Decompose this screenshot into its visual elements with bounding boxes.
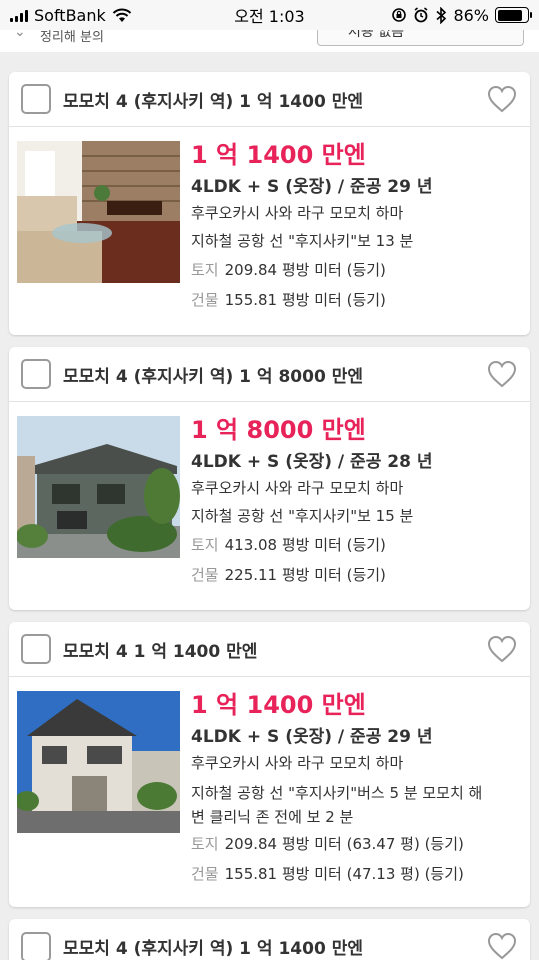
- alarm-icon: [414, 7, 428, 23]
- land-area-row: 토지 413.08 평방 미터 (등기): [191, 530, 522, 560]
- land-area-row: 토지 209.84 평방 미터 (등기): [191, 255, 522, 285]
- listing-header: 모모치 4 (후지사키 역) 1 억 8000 만엔: [9, 347, 530, 402]
- listing-access: 지하철 공항 선 "후지사키"보 13 분: [191, 232, 414, 250]
- listing-spec: 4LDK + S (옷장) / 준공 28 년: [191, 452, 433, 472]
- listing-list: 모모치 4 (후지사키 역) 1 억 1400 만엔 1 억 1400 만엔 4…: [9, 72, 530, 960]
- clock: 오전 1:03: [234, 7, 305, 26]
- listing-header: 모모치 4 1 억 1400 만엔: [9, 622, 530, 677]
- property-photo[interactable]: [17, 691, 180, 833]
- sort-select[interactable]: 저용 없음: [317, 30, 524, 46]
- listing-card[interactable]: 모모치 4 1 억 1400 만엔 1 억 1400 만엔 4LDK + S (…: [9, 622, 530, 907]
- listing-body: 1 억 1400 만엔 4LDK + S (옷장) / 준공 29 년 후쿠오카…: [9, 677, 530, 903]
- sort-hint-label: 정리해 분의: [40, 30, 104, 45]
- sort-strip: ⌄ 정리해 분의 저용 없음: [0, 30, 539, 52]
- select-checkbox[interactable]: [21, 84, 51, 114]
- status-left: SoftBank: [10, 6, 132, 25]
- select-checkbox[interactable]: [21, 359, 51, 389]
- listing-access: 지하철 공항 선 "후지사키"보 15 분: [191, 507, 414, 525]
- listing-body: 1 억 1400 만엔 4LDK + S (옷장) / 준공 29 년 후쿠오카…: [9, 127, 530, 329]
- building-area: 225.11 평방 미터 (등기): [224, 566, 386, 584]
- heart-icon[interactable]: [486, 83, 518, 115]
- listing-price: 1 억 1400 만엔: [191, 691, 366, 719]
- land-label: 토지: [191, 261, 219, 279]
- listing-price: 1 억 1400 만엔: [191, 141, 366, 169]
- listing-info: 1 억 1400 만엔 4LDK + S (옷장) / 준공 29 년 후쿠오카…: [191, 691, 522, 889]
- building-area-row: 건물 155.81 평방 미터 (등기): [191, 285, 522, 315]
- status-bar: SoftBank 오전 1:03 86%: [0, 0, 539, 30]
- listing-card[interactable]: 모모치 4 (후지사키 역) 1 억 8000 만엔 1 억 8000 만엔 4…: [9, 347, 530, 610]
- battery-level-fill: [497, 9, 523, 21]
- building-label: 건물: [191, 291, 219, 309]
- listing-title[interactable]: 모모치 4 (후지사키 역) 1 억 1400 만엔: [63, 934, 363, 959]
- building-area: 155.81 평방 미터 (47.13 평) (등기): [224, 865, 464, 883]
- listing-info: 1 억 8000 만엔 4LDK + S (옷장) / 준공 28 년 후쿠오카…: [191, 416, 522, 590]
- listing-access: 지하철 공항 선 "후지사키"버스 5 분 모모치 해: [191, 784, 483, 802]
- select-checkbox[interactable]: [21, 634, 51, 664]
- listing-title[interactable]: 모모치 4 1 억 1400 만엔: [63, 637, 257, 662]
- building-area-row: 건물 225.11 평방 미터 (등기): [191, 560, 522, 590]
- signal-strength-icon: [10, 9, 28, 22]
- listing-spec: 4LDK + S (옷장) / 준공 29 년: [191, 727, 433, 747]
- building-label: 건물: [191, 865, 219, 883]
- select-checkbox[interactable]: [21, 931, 51, 960]
- land-label: 토지: [191, 536, 219, 554]
- listing-card[interactable]: 모모치 4 (후지사키 역) 1 억 1400 만엔: [9, 72, 530, 335]
- battery-icon: [495, 7, 532, 23]
- bluetooth-icon: [436, 6, 447, 24]
- heart-icon[interactable]: [486, 633, 518, 665]
- listing-price: 1 억 8000 만엔: [191, 416, 366, 444]
- battery-percent: 86%: [453, 5, 489, 25]
- property-photo[interactable]: [17, 416, 180, 558]
- land-area-row: 토지 209.84 평방 미터 (63.47 평) (등기): [191, 829, 522, 859]
- building-area-row: 건물 155.81 평방 미터 (47.13 평) (등기): [191, 859, 522, 889]
- listing-card[interactable]: 모모치 4 (후지사키 역) 1 억 1400 만엔: [9, 919, 530, 960]
- building-area: 155.81 평방 미터 (등기): [224, 291, 386, 309]
- rotation-lock-icon: [392, 8, 407, 22]
- listing-spec: 4LDK + S (옷장) / 준공 29 년: [191, 177, 433, 197]
- property-photo[interactable]: [17, 141, 180, 283]
- building-label: 건물: [191, 566, 219, 584]
- wifi-icon: [112, 8, 131, 22]
- listing-title[interactable]: 모모치 4 (후지사키 역) 1 억 8000 만엔: [63, 362, 363, 387]
- listing-title[interactable]: 모모치 4 (후지사키 역) 1 억 1400 만엔: [63, 87, 363, 112]
- listing-address: 후쿠오카시 사와 라구 모모치 하마: [191, 754, 404, 772]
- land-area: 209.84 평방 미터 (63.47 평) (등기): [224, 835, 464, 853]
- heart-icon[interactable]: [486, 930, 518, 960]
- listing-access-line2: 변 클리닉 존 전에 보 2 분: [191, 808, 354, 826]
- chevron-down-icon[interactable]: ⌄: [14, 30, 26, 40]
- land-label: 토지: [191, 835, 219, 853]
- listing-header: 모모치 4 (후지사키 역) 1 억 1400 만엔: [9, 919, 530, 960]
- listing-address: 후쿠오카시 사와 라구 모모치 하마: [191, 204, 404, 222]
- heart-icon[interactable]: [486, 358, 518, 390]
- carrier-name: SoftBank: [34, 5, 106, 25]
- listing-info: 1 억 1400 만엔 4LDK + S (옷장) / 준공 29 년 후쿠오카…: [191, 141, 522, 315]
- land-area: 209.84 평방 미터 (등기): [224, 261, 386, 279]
- listing-address: 후쿠오카시 사와 라구 모모치 하마: [191, 479, 404, 497]
- listing-body: 1 억 8000 만엔 4LDK + S (옷장) / 준공 28 년 후쿠오카…: [9, 402, 530, 604]
- listing-header: 모모치 4 (후지사키 역) 1 억 1400 만엔: [9, 72, 530, 127]
- land-area: 413.08 평방 미터 (등기): [224, 536, 386, 554]
- status-right: 86%: [391, 5, 532, 25]
